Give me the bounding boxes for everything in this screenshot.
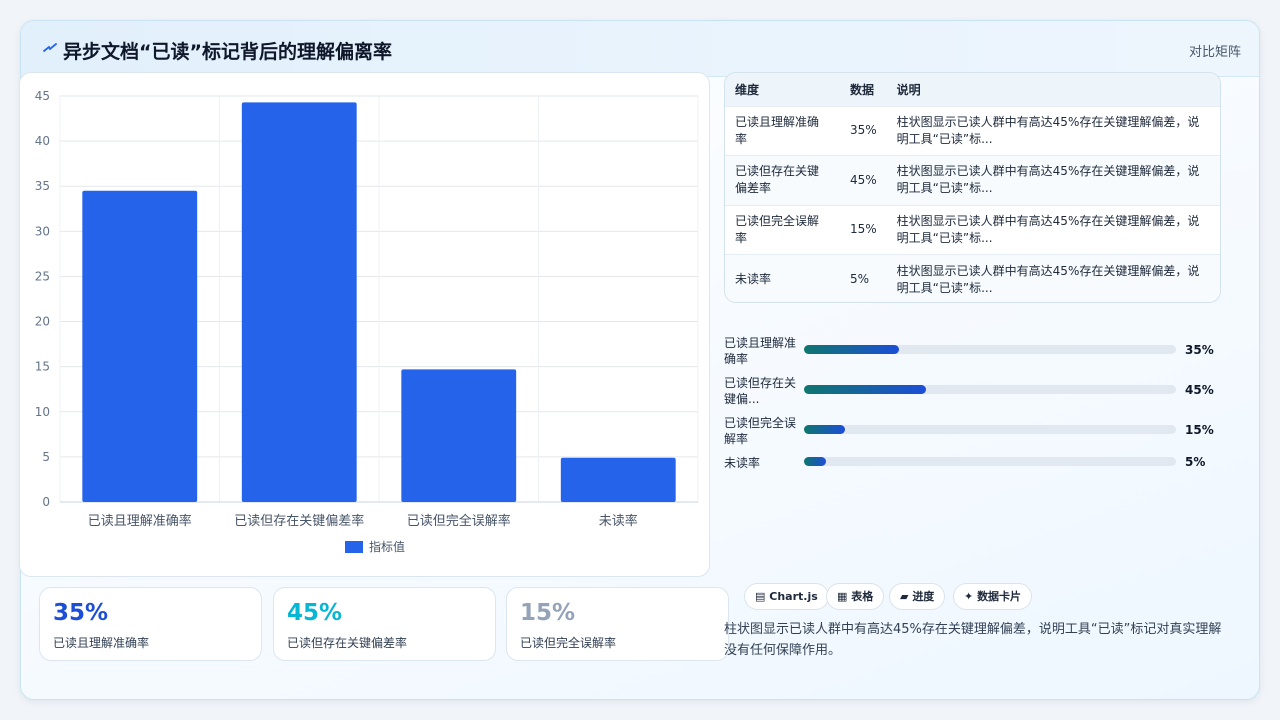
tag-label: Chart.js — [769, 590, 818, 603]
sparkle-icon: ✦ — [964, 590, 974, 603]
table-header-dimension: 维度 — [725, 73, 840, 106]
table-header-note: 说明 — [886, 73, 1220, 106]
y-tick-label: 20 — [35, 315, 50, 329]
comparison-table-panel: 维度 数据 说明 已读且理解准确率 35% 柱状图显示已读人群中有高达45%存在… — [724, 72, 1221, 303]
page-title: 异步文档“已读”标记背后的理解偏离率 — [63, 41, 392, 63]
progress-track — [804, 425, 1176, 434]
bar — [401, 369, 517, 502]
y-tick-label: 15 — [35, 360, 50, 374]
y-tick-label: 5 — [42, 450, 50, 464]
table-cell-dimension: 已读但存在关键偏差率 — [725, 155, 840, 205]
tag-progress[interactable]: ▰ 进度 — [889, 583, 946, 610]
y-tick-label: 45 — [35, 89, 50, 103]
table-cell-dimension: 已读且理解准确率 — [725, 105, 840, 156]
progress-track — [804, 385, 1176, 394]
kpi-card-misunderstanding: 15% 已读但完全误解率 — [506, 587, 729, 661]
table-cell-note: 柱状图显示已读人群中有高达45%存在关键理解偏差，说明工具“已读”标... — [886, 105, 1220, 156]
progress-label: 已读但存在关键偏... — [724, 376, 797, 406]
kpi-card-deviation: 45% 已读但存在关键偏差率 — [273, 587, 496, 661]
comparison-table: 维度 数据 说明 已读且理解准确率 35% 柱状图显示已读人群中有高达45%存在… — [725, 73, 1220, 302]
y-tick-label: 30 — [35, 224, 50, 238]
tag-label: 表格 — [851, 590, 874, 603]
bar-chart-panel: 0 5 10 15 20 25 30 35 40 45 已读且理解准确率 已读但存在关键偏差率 已读但完… — [19, 72, 710, 577]
bar — [560, 457, 676, 502]
progress-fill — [804, 425, 845, 434]
bar-chart: 0 5 10 15 20 25 30 35 40 45 已读且理解准确率 已读但存在关键偏差率 已读但完… — [35, 89, 699, 554]
progress-label: 未读率 — [724, 456, 761, 470]
y-tick-label: 25 — [35, 269, 50, 283]
table-cell-value: 35% — [840, 105, 887, 156]
progress-track — [804, 457, 1176, 466]
table-header-value: 数据 — [840, 73, 887, 106]
table-cell-value: 15% — [840, 204, 887, 255]
progress-value: 45% — [1185, 383, 1214, 397]
progress-value: 5% — [1185, 455, 1206, 469]
summary-text: 柱状图显示已读人群中有高达45%存在关键理解偏差，说明工具“已读”标记对真实理解… — [724, 622, 1222, 658]
table-cell-value: 5% — [840, 254, 887, 302]
kpi-label: 已读但完全误解率 — [520, 636, 617, 650]
progress-track — [804, 345, 1176, 354]
table-cell-note: 柱状图显示已读人群中有高达45%存在关键理解偏差，说明工具“已读”标... — [886, 204, 1220, 255]
y-tick-label: 0 — [42, 495, 50, 509]
table-row: 已读但存在关键偏差率 45% 柱状图显示已读人群中有高达45%存在关键理解偏差，… — [725, 155, 1220, 205]
table-cell-value: 45% — [840, 155, 887, 205]
progress-fill — [804, 345, 899, 354]
tag-label: 数据卡片 — [977, 590, 1022, 603]
x-tick-label: 已读且理解准确率 — [88, 513, 192, 529]
table-row: 已读但完全误解率 15% 柱状图显示已读人群中有高达45%存在关键理解偏差，说明… — [725, 204, 1220, 255]
header-bar: 异步文档“已读”标记背后的理解偏离率 对比矩阵 — [21, 21, 1259, 77]
table-row: 已读且理解准确率 35% 柱状图显示已读人群中有高达45%存在关键理解偏差，说明… — [725, 105, 1220, 156]
progress-fill — [804, 385, 926, 394]
table-cell-dimension: 未读率 — [725, 254, 840, 302]
progress-value: 35% — [1185, 343, 1214, 357]
y-tick-label: 10 — [35, 405, 50, 419]
bar — [82, 190, 198, 502]
kpi-value: 45% — [287, 600, 343, 626]
view-mode-label[interactable]: 对比矩阵 — [1189, 41, 1241, 60]
kpi-value: 15% — [520, 600, 576, 626]
y-tick-label: 40 — [35, 134, 50, 148]
kpi-value: 35% — [53, 600, 109, 626]
x-tick-label: 未读率 — [599, 513, 638, 529]
bar — [241, 102, 357, 502]
chart-icon: ▤ — [755, 590, 766, 603]
progress-icon: ▰ — [900, 590, 909, 603]
table-cell-note: 柱状图显示已读人群中有高达45%存在关键理解偏差，说明工具“已读”标... — [886, 254, 1220, 302]
y-tick-label: 35 — [35, 179, 50, 193]
progress-value: 15% — [1185, 423, 1214, 437]
kpi-label: 已读但存在关键偏差率 — [287, 636, 408, 650]
kpi-card-accurate: 35% 已读且理解准确率 — [39, 587, 262, 661]
tag-label: 进度 — [912, 590, 935, 603]
legend-swatch — [345, 541, 363, 553]
progress-fill — [804, 457, 827, 466]
tag-data-cards[interactable]: ✦ 数据卡片 — [953, 583, 1033, 610]
lightning-icon — [43, 43, 57, 52]
table-cell-dimension: 已读但完全误解率 — [725, 204, 840, 255]
table-cell-note: 柱状图显示已读人群中有高达45%存在关键理解偏差，说明工具“已读”标... — [886, 155, 1220, 205]
table-header-row: 维度 数据 说明 — [725, 73, 1220, 106]
progress-label: 已读但完全误解率 — [724, 416, 797, 446]
x-tick-label: 已读但完全误解率 — [407, 513, 511, 529]
legend-label: 指标值 — [369, 539, 405, 554]
table-row: 未读率 5% 柱状图显示已读人群中有高达45%存在关键理解偏差，说明工具“已读”… — [725, 254, 1220, 302]
table-icon: ▦ — [837, 590, 848, 603]
tag-table[interactable]: ▦ 表格 — [826, 583, 885, 610]
tag-chartjs[interactable]: ▤ Chart.js — [744, 583, 829, 610]
x-tick-label: 已读但存在关键偏差率 — [234, 513, 364, 529]
kpi-label: 已读且理解准确率 — [53, 636, 150, 650]
progress-label: 已读且理解准确率 — [724, 336, 797, 366]
